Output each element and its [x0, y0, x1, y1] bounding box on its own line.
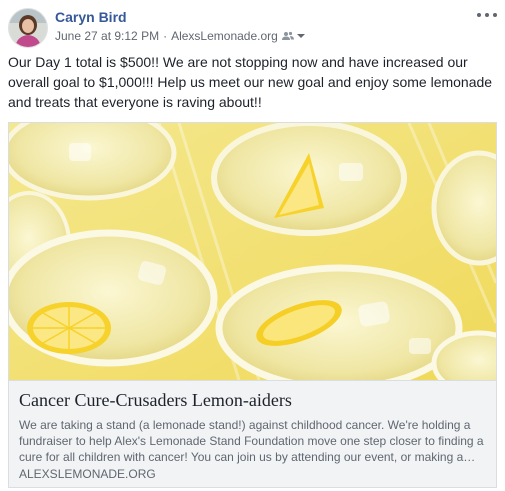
lemonade-cups-photo	[9, 123, 496, 380]
avatar[interactable]	[8, 8, 48, 48]
author-name[interactable]: Caryn Bird	[55, 9, 127, 25]
link-description: We are taking a stand (a lemonade stand!…	[19, 418, 484, 464]
link-preview-body: Cancer Cure-Crusaders Lemon-aiders We ar…	[9, 380, 496, 487]
post-source-link[interactable]: AlexsLemonade.org	[171, 29, 278, 43]
link-preview-card[interactable]: Cancer Cure-Crusaders Lemon-aiders We ar…	[8, 122, 497, 488]
friends-icon	[281, 31, 294, 40]
more-options-icon[interactable]	[477, 8, 497, 22]
facebook-post: Caryn Bird June 27 at 9:12 PM · AlexsLem…	[0, 0, 505, 491]
meta-separator: ·	[163, 29, 168, 43]
link-title[interactable]: Cancer Cure-Crusaders Lemon-aiders	[19, 389, 489, 411]
post-timestamp[interactable]: June 27 at 9:12 PM	[55, 29, 159, 43]
post-text: Our Day 1 total is $500!! We are not sto…	[8, 54, 493, 110]
avatar-photo-icon	[9, 9, 47, 47]
link-domain: ALEXSLEMONADE.ORG	[19, 467, 156, 481]
privacy-selector[interactable]	[281, 31, 306, 41]
chevron-down-icon	[296, 34, 305, 38]
link-preview-image[interactable]	[9, 123, 496, 380]
post-meta: June 27 at 9:12 PM · AlexsLemonade.org	[55, 29, 306, 43]
